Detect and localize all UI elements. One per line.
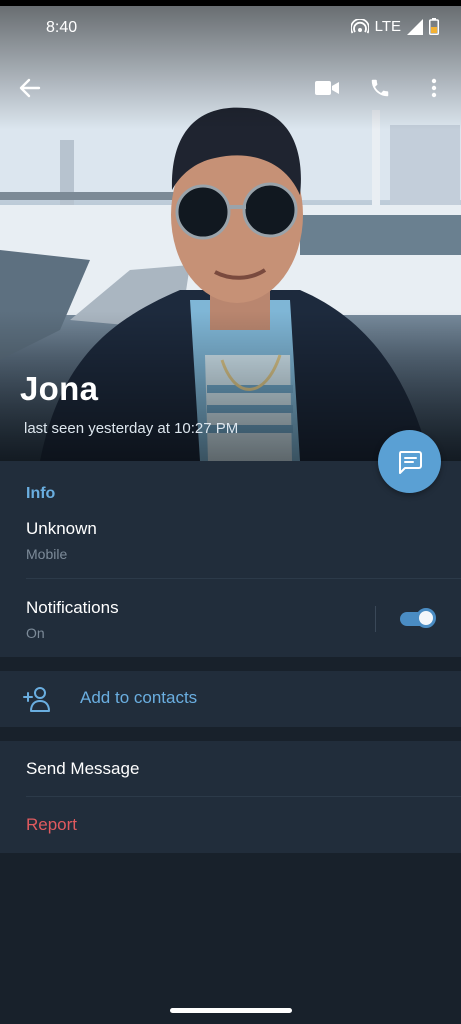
network-type: LTE bbox=[374, 18, 401, 35]
notifications-toggle[interactable] bbox=[398, 607, 436, 631]
add-to-contacts-row[interactable]: Add to contacts bbox=[0, 671, 461, 727]
section-gap bbox=[0, 657, 461, 671]
notifications-value: On bbox=[26, 625, 45, 641]
back-button[interactable] bbox=[10, 68, 50, 108]
send-message-label: Send Message bbox=[26, 759, 140, 778]
notifications-label: Notifications bbox=[26, 598, 119, 617]
more-options-button[interactable] bbox=[414, 68, 454, 108]
home-indicator[interactable] bbox=[170, 1008, 292, 1013]
info-divider bbox=[26, 578, 461, 579]
add-to-contacts-label: Add to contacts bbox=[80, 688, 198, 707]
back-arrow-icon bbox=[19, 78, 41, 98]
actions-section: Send Message Report bbox=[0, 741, 461, 853]
add-person-icon bbox=[23, 687, 50, 712]
video-call-button[interactable] bbox=[307, 68, 347, 108]
app-bar bbox=[0, 64, 461, 112]
report-label: Report bbox=[26, 815, 78, 834]
actions-divider bbox=[26, 796, 461, 797]
hotspot-icon bbox=[350, 18, 369, 33]
toggle-knob bbox=[416, 608, 436, 628]
profile-name: Jona bbox=[20, 370, 99, 407]
last-seen-status: last seen yesterday at 10:27 PM bbox=[24, 420, 239, 437]
phone-value: Unknown bbox=[26, 519, 97, 538]
status-time: 8:40 bbox=[46, 19, 78, 36]
message-fab[interactable] bbox=[378, 430, 441, 493]
phone-label: Mobile bbox=[26, 546, 68, 562]
video-call-icon bbox=[315, 81, 339, 95]
status-bar: 8:40 LTE bbox=[0, 6, 461, 50]
phone-call-icon bbox=[371, 79, 389, 97]
status-icons: LTE bbox=[350, 18, 439, 35]
more-vert-icon bbox=[431, 78, 437, 98]
phone-call-button[interactable] bbox=[360, 68, 400, 108]
profile-header: 8:40 LTE Jona last seen yesterday at 10:… bbox=[0, 0, 461, 461]
message-icon bbox=[398, 450, 422, 474]
battery-icon bbox=[429, 18, 439, 35]
section-gap bbox=[0, 727, 461, 741]
notifications-separator bbox=[375, 606, 376, 632]
signal-icon bbox=[407, 18, 423, 35]
info-section: Info Unknown Mobile Notifications On bbox=[0, 461, 461, 657]
info-section-title: Info bbox=[26, 485, 56, 502]
